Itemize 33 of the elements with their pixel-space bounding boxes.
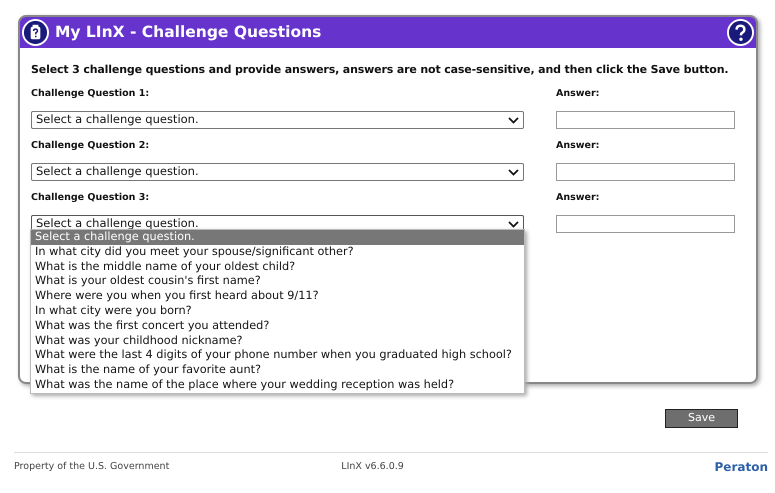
help-icon[interactable]: [727, 19, 754, 46]
question-label: Challenge Question 1:: [31, 87, 150, 101]
answer-field[interactable]: [556, 111, 735, 129]
version-text: LInX v6.6.0.9: [341, 460, 404, 474]
answer-field[interactable]: [556, 163, 735, 181]
dropdown-option[interactable]: What were the last 4 digits of your phone number when you graduated high school?: [31, 348, 524, 364]
footer-text: Property of the U.S. Government: [14, 460, 170, 474]
dropdown-option[interactable]: What is the middle name of your oldest child?: [31, 260, 524, 274]
dropdown-option[interactable]: Select a challenge question.: [31, 230, 524, 245]
dropdown-option[interactable]: What was the first concert you attended?: [31, 318, 524, 334]
chevron-down-icon: [508, 168, 519, 176]
dropdown-option[interactable]: Where were you when you first heard about 9/11?: [31, 289, 524, 304]
chevron-down-icon: [508, 220, 519, 228]
clipboard-question-icon: [22, 19, 49, 46]
question-label: Challenge Question 3:: [31, 191, 150, 205]
answer-label: Answer:: [556, 139, 600, 153]
answer-label: Answer:: [556, 87, 600, 101]
question-label: Challenge Question 2:: [31, 139, 150, 153]
company-logo: Peraton: [714, 459, 768, 476]
answer-field[interactable]: [556, 215, 735, 233]
dropdown-option[interactable]: What was your childhood nickname?: [31, 334, 524, 348]
dropdown-option[interactable]: What is the name of your favorite aunt?: [31, 363, 524, 378]
dropdown-option[interactable]: What is your oldest cousin's first name?: [31, 274, 524, 290]
save-button[interactable]: Save: [665, 409, 738, 428]
dropdown-option[interactable]: In what city did you meet your spouse/significant other?: [31, 244, 524, 260]
answer-label: Answer:: [556, 191, 600, 205]
question-select[interactable]: Select a challenge question.: [31, 111, 524, 129]
question-select[interactable]: Select a challenge question.: [31, 163, 524, 181]
instruction-text: Select 3 challenge questions and provide answers, answers are not case-sensitive, and then click the Save button.: [31, 62, 728, 78]
chevron-down-icon: [508, 116, 519, 124]
window-title: My LInX - Challenge Questions: [55, 22, 322, 43]
dropdown-option[interactable]: In what city were you born?: [31, 304, 524, 319]
dropdown-option[interactable]: What was the name of the place where your wedding reception was held?: [31, 378, 524, 393]
